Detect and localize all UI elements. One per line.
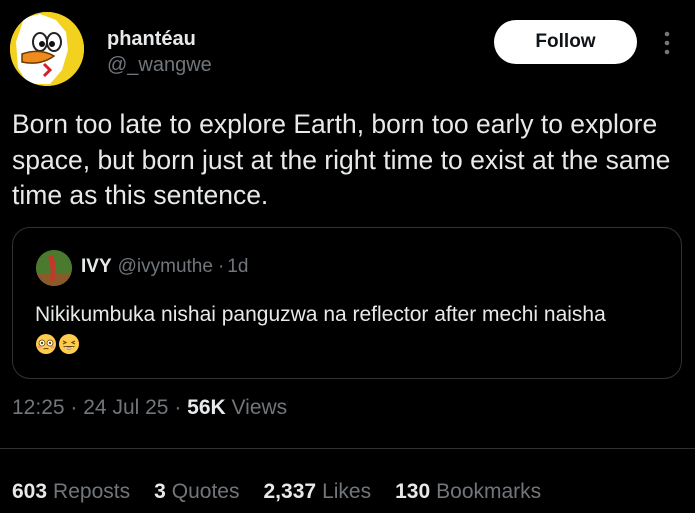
follow-button[interactable]: Follow xyxy=(494,20,637,64)
duck-avatar-icon xyxy=(10,12,84,86)
quotes-count: 3 xyxy=(154,480,166,503)
meta-separator: · xyxy=(70,396,78,419)
bookmarks-label: Bookmarks xyxy=(436,480,542,503)
author-avatar[interactable] xyxy=(10,12,84,86)
quote-author-avatar[interactable] xyxy=(36,250,72,286)
quote-text: Nikikumbuka nishai panguzwa na reflector… xyxy=(35,300,665,360)
quotes-stat[interactable]: 3 Quotes xyxy=(154,480,239,503)
more-options-icon[interactable] xyxy=(659,28,675,58)
bookmarks-count: 130 xyxy=(395,480,431,503)
quotes-label: Quotes xyxy=(171,480,240,503)
grinning-squinting-face-emoji xyxy=(59,334,79,354)
reposts-stat[interactable]: 603 Reposts xyxy=(12,480,130,503)
quote-timestamp[interactable]: 1d xyxy=(227,256,248,277)
tweet-date[interactable]: 24 Jul 25 xyxy=(83,396,168,419)
divider xyxy=(0,448,695,449)
views-label: Views xyxy=(231,396,288,419)
likes-label: Likes xyxy=(322,480,372,503)
quote-text-content: Nikikumbuka nishai panguzwa na reflector… xyxy=(35,303,606,326)
quote-author-name[interactable]: IVY xyxy=(81,256,112,277)
quote-separator: · xyxy=(217,256,225,277)
flushed-face-emoji xyxy=(36,334,56,354)
author-display-name[interactable]: phantéau xyxy=(107,28,196,51)
reposts-count: 603 xyxy=(12,480,48,503)
quote-author-handle[interactable]: @ivymuthe xyxy=(118,256,213,277)
engagement-stats: 603 Reposts 3 Quotes 2,337 Likes 130 Bookmarks xyxy=(12,480,565,504)
likes-stat[interactable]: 2,337 Likes xyxy=(264,480,372,503)
quoted-tweet-card[interactable]: IVY @ivymuthe · 1d Nikikumbuka nishai pangu… xyxy=(12,227,682,379)
tweet-time[interactable]: 12:25 xyxy=(12,396,65,419)
reposts-label: Reposts xyxy=(53,480,131,503)
likes-count: 2,337 xyxy=(263,480,317,503)
bookmarks-stat[interactable]: 130 Bookmarks xyxy=(395,480,541,503)
meta-separator: · xyxy=(174,396,182,419)
views-count: 56K xyxy=(187,396,226,419)
quote-header: IVY @ivymuthe · 1d xyxy=(81,256,248,278)
tweet-text: Born too late to explore Earth, born too… xyxy=(12,109,671,210)
tweet-meta: 12:25 · 24 Jul 25 · 56K Views xyxy=(12,396,287,420)
author-handle[interactable]: @_wangwe xyxy=(107,54,212,77)
